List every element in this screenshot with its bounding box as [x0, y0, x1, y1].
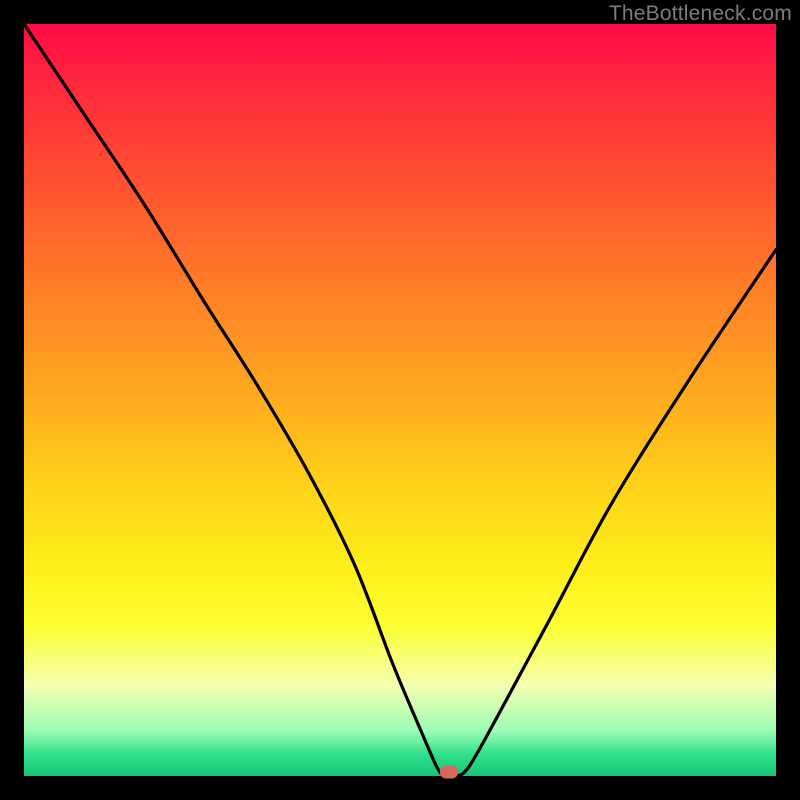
watermark-text: TheBottleneck.com: [609, 2, 792, 26]
chart-frame: [0, 0, 800, 800]
min-point-marker: [440, 766, 458, 779]
